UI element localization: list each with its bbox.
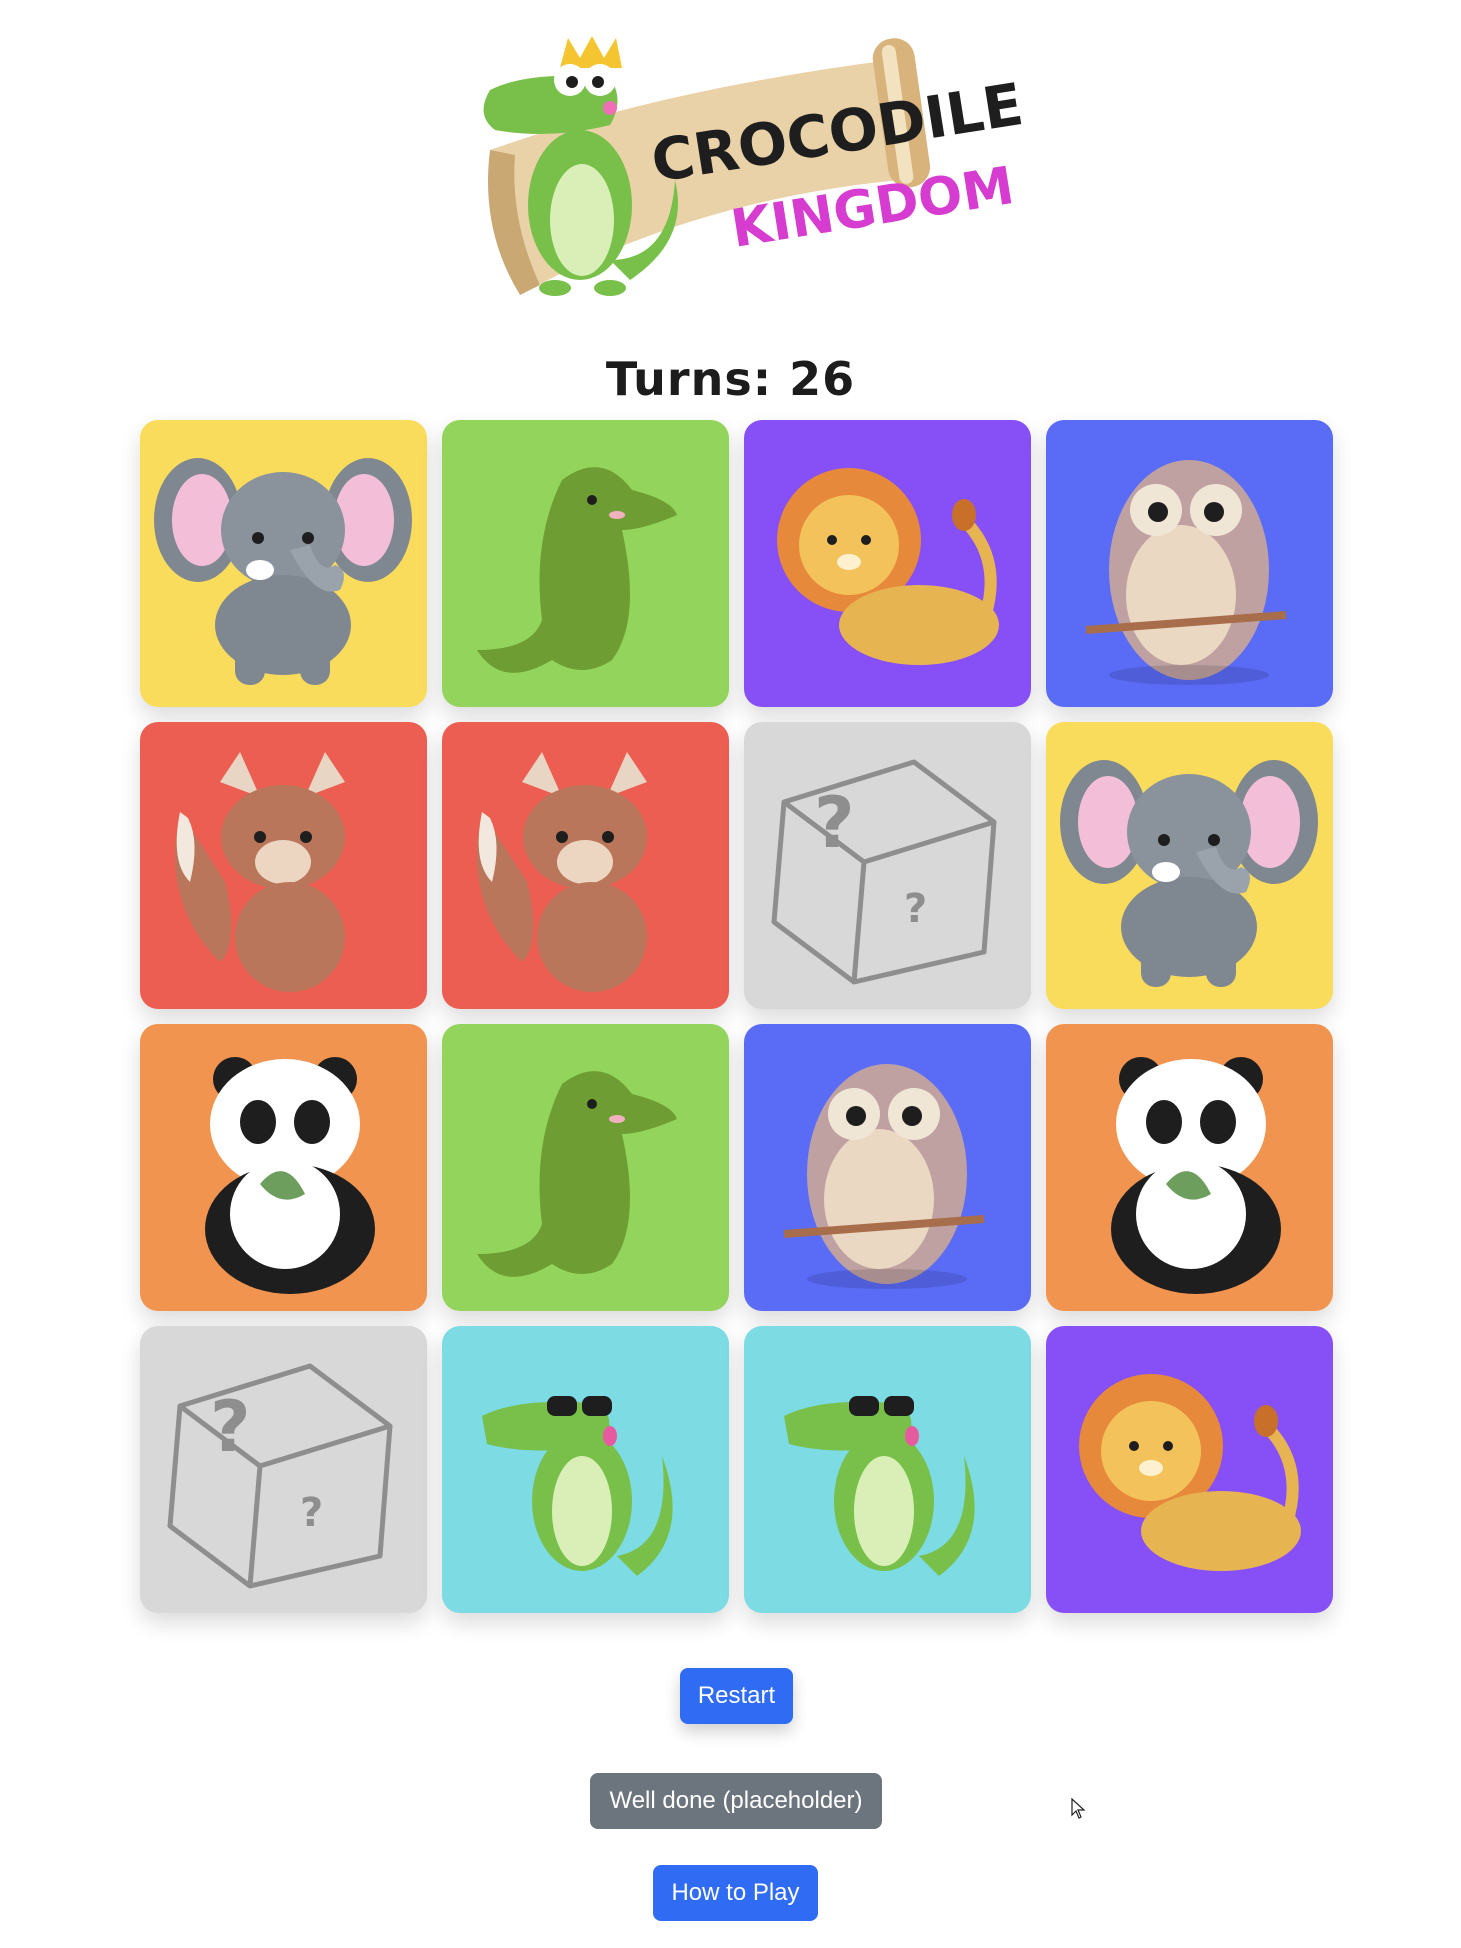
card-13-hidden[interactable]: ? ? (140, 1326, 427, 1613)
card-3-lion[interactable] (744, 420, 1031, 707)
card-10-crocodile[interactable] (442, 1024, 729, 1311)
card-7-hidden[interactable]: ? ? (744, 722, 1031, 1009)
panda-icon (1111, 1057, 1281, 1294)
crocodile-icon (477, 467, 677, 673)
card-1-elephant[interactable] (140, 420, 427, 707)
card-8-elephant[interactable] (1046, 722, 1333, 1009)
card-6-fox[interactable] (442, 722, 729, 1009)
card-14-cool-crocodile[interactable] (442, 1326, 729, 1613)
well-done-button[interactable]: Well done (placeholder) (590, 1773, 882, 1829)
owl-icon (783, 1064, 985, 1289)
svg-text:?: ? (300, 1490, 323, 1536)
fox-icon (175, 752, 345, 992)
card-16-lion[interactable] (1046, 1326, 1333, 1613)
lion-icon (777, 468, 999, 665)
how-to-play-button[interactable]: How to Play (653, 1865, 818, 1921)
crocodile-kingdom-logo: CROCODILE KINGDOM (483, 36, 1028, 296)
cool-crocodile-icon (784, 1396, 975, 1576)
svg-text:?: ? (814, 782, 855, 864)
card-2-crocodile[interactable] (442, 420, 729, 707)
elephant-icon (154, 458, 412, 685)
svg-text:?: ? (904, 886, 927, 932)
turns-counter: Turns: 26 (605, 352, 856, 406)
cool-crocodile-icon (482, 1396, 673, 1576)
card-5-fox[interactable] (140, 722, 427, 1009)
mouse-cursor-icon (1071, 1798, 1086, 1819)
card-15-cool-crocodile[interactable] (744, 1326, 1031, 1613)
owl-icon (1085, 460, 1287, 685)
memory-board: ? ? ? ? (140, 420, 1333, 1613)
restart-button[interactable]: Restart (680, 1668, 793, 1724)
game-page: CROCODILE KINGDOM Turns: 26 ? ? ? ? Rest… (0, 0, 1461, 1948)
panda-icon (205, 1057, 375, 1294)
svg-text:?: ? (210, 1386, 251, 1468)
crocodile-icon (477, 1071, 677, 1277)
card-9-panda[interactable] (140, 1024, 427, 1311)
elephant-icon (1060, 760, 1318, 987)
card-4-owl[interactable] (1046, 420, 1333, 707)
lion-icon (1079, 1374, 1301, 1571)
mystery-dice-icon: ? ? (167, 1363, 393, 1589)
mystery-dice-icon: ? ? (771, 759, 997, 985)
card-11-owl[interactable] (744, 1024, 1031, 1311)
card-12-panda[interactable] (1046, 1024, 1333, 1311)
fox-icon (477, 752, 647, 992)
